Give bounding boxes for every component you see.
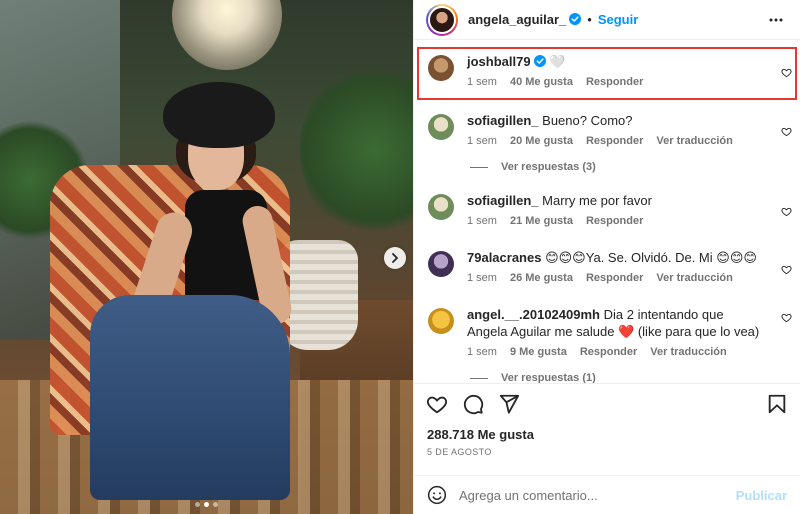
comment-text: 😊😊😊Ya. Se. Olvidó. De. Mi 😊😊😊 <box>545 250 757 265</box>
photo-pot <box>278 240 358 350</box>
view-replies-button[interactable]: Ver respuestas (1) <box>470 372 800 383</box>
commenter-username[interactable]: joshball79 <box>467 54 531 69</box>
carousel-dot <box>195 502 200 507</box>
verified-badge-icon <box>569 13 582 25</box>
reply-button[interactable]: Responder <box>586 215 643 227</box>
likes-count[interactable]: 288.718 Me gusta <box>427 427 787 442</box>
comment-item: sofiagillen_ Bueno? Como? 1 sem 20 Me gus… <box>414 88 800 147</box>
author-username[interactable]: angela_aguilar_ <box>468 12 582 27</box>
post-dialog: angela_aguilar_ • Seguir joshball79 🤍 1 … <box>0 0 800 514</box>
commenter-username[interactable]: sofiagillen_ <box>467 193 539 208</box>
comment-input[interactable] <box>459 487 736 503</box>
header-separator: • <box>587 12 592 27</box>
comment-likes[interactable]: 20 Me gusta <box>510 135 573 147</box>
comment-time: 1 sem <box>467 215 497 227</box>
post-date: 5 DE AGOSTO <box>427 447 492 457</box>
post-header: angela_aguilar_ • Seguir <box>414 0 800 40</box>
comment-likes[interactable]: 9 Me gusta <box>510 346 567 358</box>
photo-person-jeans <box>90 295 290 500</box>
like-comment-icon[interactable] <box>781 312 792 323</box>
bookmark-icon[interactable] <box>766 393 788 415</box>
comment-item: joshball79 🤍 1 sem 40 Me gusta Responder <box>414 40 800 88</box>
commenter-avatar[interactable] <box>428 194 454 220</box>
view-replies-label: Ver respuestas (3) <box>501 161 596 173</box>
author-avatar[interactable] <box>426 3 458 36</box>
emoji-icon[interactable] <box>427 485 447 505</box>
like-comment-icon[interactable] <box>781 67 792 78</box>
commenter-username[interactable]: angel.__.20102409mh <box>467 307 600 322</box>
comment-item: sofiagillen_ Marry me por favor 1 sem 21 … <box>414 173 800 227</box>
commenter-avatar[interactable] <box>428 114 454 140</box>
ellipsis-icon <box>769 18 783 21</box>
comment-likes[interactable]: 26 Me gusta <box>510 272 573 284</box>
post-photo[interactable] <box>0 0 413 514</box>
commenter-username[interactable]: sofiagillen_ <box>467 113 539 128</box>
commenter-avatar[interactable] <box>428 251 454 277</box>
follow-button[interactable]: Seguir <box>598 12 638 27</box>
view-replies-button[interactable]: Ver respuestas (3) <box>470 161 800 173</box>
comment-time: 1 sem <box>467 272 497 284</box>
carousel-dot-active <box>204 502 209 507</box>
reply-button[interactable]: Responder <box>586 272 643 284</box>
post-actions <box>414 383 800 423</box>
view-replies-label: Ver respuestas (1) <box>501 372 596 383</box>
commenter-username[interactable]: 79alacranes <box>467 250 541 265</box>
comment-item: 79alacranes 😊😊😊Ya. Se. Olvidó. De. Mi 😊😊… <box>414 227 800 284</box>
likes-section: 288.718 Me gusta 5 DE AGOSTO <box>414 423 800 475</box>
add-comment-bar: Publicar <box>414 475 800 514</box>
comment-likes[interactable]: 40 Me gusta <box>510 76 573 88</box>
like-comment-icon[interactable] <box>781 264 792 275</box>
like-comment-icon[interactable] <box>781 126 792 137</box>
comment-text: Bueno? Como? <box>542 113 633 128</box>
heart-icon[interactable] <box>426 393 448 415</box>
reply-button[interactable]: Responder <box>586 76 643 88</box>
comment-text: Marry me por favor <box>542 193 652 208</box>
carousel-dot <box>213 502 218 507</box>
like-comment-icon[interactable] <box>781 206 792 217</box>
photo-lamp <box>172 0 282 70</box>
comment-time: 1 sem <box>467 346 497 358</box>
comment-icon[interactable] <box>462 393 484 415</box>
comment-text: 🤍 <box>549 54 566 69</box>
comment-time: 1 sem <box>467 76 497 88</box>
more-options-button[interactable] <box>764 8 788 32</box>
chevron-right-icon <box>392 253 398 263</box>
reply-button[interactable]: Responder <box>580 346 637 358</box>
translate-button[interactable]: Ver traducción <box>656 135 732 147</box>
commenter-avatar[interactable] <box>428 55 454 81</box>
photo-plant <box>300 60 413 240</box>
commenter-avatar[interactable] <box>428 308 454 334</box>
comment-time: 1 sem <box>467 135 497 147</box>
comment-item: angel.__.20102409mh Dia 2 intentando que… <box>414 284 800 358</box>
comment-likes[interactable]: 21 Me gusta <box>510 215 573 227</box>
translate-button[interactable]: Ver traducción <box>650 346 726 358</box>
photo-person-hat <box>163 82 275 148</box>
publish-button[interactable]: Publicar <box>736 488 787 503</box>
carousel-dots <box>0 502 413 507</box>
translate-button[interactable]: Ver traducción <box>656 272 732 284</box>
next-slide-button[interactable] <box>384 247 406 269</box>
post-panel: angela_aguilar_ • Seguir joshball79 🤍 1 … <box>413 0 800 514</box>
share-icon[interactable] <box>498 393 520 415</box>
comments-list[interactable]: joshball79 🤍 1 sem 40 Me gusta Responder s… <box>414 40 800 383</box>
reply-button[interactable]: Responder <box>586 135 643 147</box>
verified-badge-icon <box>533 55 546 67</box>
